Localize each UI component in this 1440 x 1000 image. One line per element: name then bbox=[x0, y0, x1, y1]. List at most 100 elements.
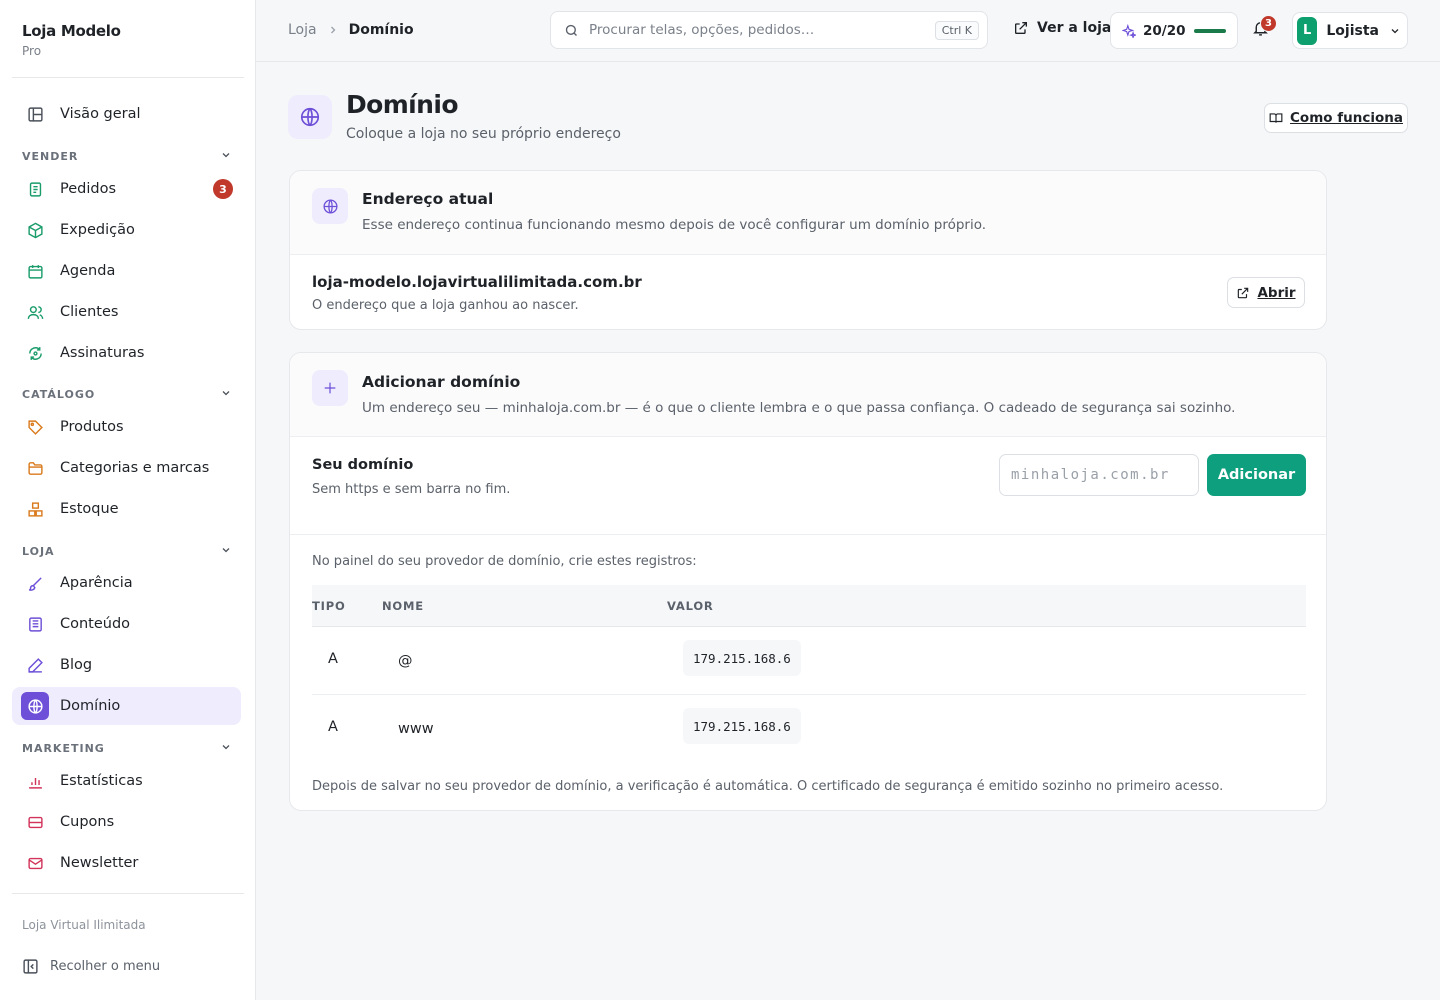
record-name: www bbox=[398, 721, 434, 737]
domain-field-hint: Sem https e sem barra no fim. bbox=[312, 482, 511, 497]
mail-icon bbox=[25, 853, 45, 873]
sidebar-item-visao-geral[interactable]: Visão geral bbox=[12, 95, 241, 133]
sidebar-item-label: Cupons bbox=[60, 814, 115, 830]
sidebar-item-estatisticas[interactable]: Estatísticas bbox=[12, 762, 241, 800]
card-title: Adicionar domínio bbox=[362, 373, 521, 391]
external-link-icon bbox=[1013, 20, 1029, 36]
record-value[interactable]: 179.215.168.6 bbox=[683, 640, 801, 676]
user-menu[interactable]: L Lojista bbox=[1292, 12, 1408, 49]
open-address-button[interactable]: Abrir bbox=[1227, 277, 1305, 308]
sidebar-item-clientes[interactable]: Clientes bbox=[12, 293, 241, 331]
add-domain-button[interactable]: Adicionar bbox=[1207, 454, 1306, 496]
receipt-icon bbox=[25, 179, 45, 199]
calendar-icon bbox=[25, 261, 45, 281]
brand-name: Loja Modelo bbox=[22, 22, 121, 40]
sidebar-divider bbox=[12, 893, 244, 894]
chevron-right-icon bbox=[327, 24, 339, 36]
section-vender[interactable]: VENDER bbox=[22, 149, 232, 164]
avatar: L bbox=[1297, 16, 1318, 45]
card-description: Esse endereço continua funcionando mesmo… bbox=[362, 217, 987, 233]
section-loja[interactable]: LOJA bbox=[22, 544, 232, 559]
column-header-tipo: TIPO bbox=[312, 599, 346, 613]
globe-icon bbox=[21, 692, 49, 720]
search-shortcut: Ctrl K bbox=[934, 20, 979, 40]
sidebar-item-label: Domínio bbox=[60, 698, 121, 714]
card-description: Um endereço seu — minhaloja.com.br — é o… bbox=[362, 400, 1236, 416]
bar-chart-icon bbox=[25, 771, 45, 791]
platform-name: Loja Virtual Ilimitada bbox=[22, 918, 146, 932]
search-placeholder: Procurar telas, opções, pedidos… bbox=[589, 22, 815, 38]
collapse-menu-button[interactable]: Recolher o menu bbox=[22, 958, 160, 975]
sidebar-item-newsletter[interactable]: Newsletter bbox=[12, 844, 241, 882]
sidebar-item-estoque[interactable]: Estoque bbox=[12, 490, 241, 528]
ticket-icon bbox=[25, 812, 45, 832]
add-domain-card: Adicionar domínio Um endereço seu — minh… bbox=[289, 352, 1327, 811]
sidebar-collapse-icon bbox=[22, 958, 39, 975]
sidebar-item-label: Visão geral bbox=[60, 106, 141, 122]
brand[interactable]: Loja Modelo Pro bbox=[22, 22, 121, 58]
card-header: Adicionar domínio Um endereço seu — minh… bbox=[290, 353, 1326, 437]
sidebar-item-dominio[interactable]: Domínio bbox=[12, 687, 241, 725]
chevron-down-icon bbox=[220, 387, 232, 402]
sidebar-item-assinaturas[interactable]: Assinaturas bbox=[12, 334, 241, 372]
sidebar-item-agenda[interactable]: Agenda bbox=[12, 252, 241, 290]
globe-icon bbox=[312, 188, 348, 224]
breadcrumb-current: Domínio bbox=[348, 22, 414, 38]
ai-quota-indicator[interactable]: 20/20 bbox=[1110, 12, 1238, 49]
record-value[interactable]: 179.215.168.6 bbox=[683, 708, 801, 744]
view-store-link[interactable]: Ver a loja bbox=[1013, 20, 1111, 36]
notifications-badge: 3 bbox=[1260, 15, 1277, 32]
column-header-nome: NOME bbox=[382, 599, 424, 613]
sidebar-item-label: Agenda bbox=[60, 263, 116, 279]
sidebar-item-label: Produtos bbox=[60, 419, 124, 435]
sidebar-item-label: Categorias e marcas bbox=[60, 460, 210, 476]
tag-icon bbox=[25, 417, 45, 437]
record-type: A bbox=[328, 651, 338, 667]
table-header: TIPO NOME VALOR bbox=[312, 585, 1306, 627]
folder-icon bbox=[25, 458, 45, 478]
sidebar-item-blog[interactable]: Blog bbox=[12, 646, 241, 684]
dns-intro: No painel do seu provedor de domínio, cr… bbox=[312, 554, 697, 569]
boxes-icon bbox=[25, 499, 45, 519]
sidebar-divider bbox=[12, 77, 244, 78]
section-marketing[interactable]: MARKETING bbox=[22, 741, 232, 756]
box-icon bbox=[25, 220, 45, 240]
sidebar-item-label: Newsletter bbox=[60, 855, 139, 871]
sidebar-item-label: Conteúdo bbox=[60, 616, 131, 632]
section-catalogo[interactable]: CATÁLOGO bbox=[22, 387, 232, 402]
sidebar-item-produtos[interactable]: Produtos bbox=[12, 408, 241, 446]
dns-records-section: No painel do seu provedor de domínio, cr… bbox=[290, 534, 1326, 810]
sidebar-item-label: Clientes bbox=[60, 304, 119, 320]
sidebar-item-expedicao[interactable]: Expedição bbox=[12, 211, 241, 249]
breadcrumb-link-loja[interactable]: Loja bbox=[288, 22, 317, 38]
sidebar-item-label: Assinaturas bbox=[60, 345, 145, 361]
document-icon bbox=[25, 614, 45, 634]
current-address-hint: O endereço que a loja ganhou ao nascer. bbox=[312, 298, 579, 313]
notifications-button[interactable]: 3 bbox=[1252, 15, 1277, 37]
section-label: LOJA bbox=[22, 545, 55, 558]
refresh-icon bbox=[25, 343, 45, 363]
breadcrumb: Loja Domínio bbox=[288, 22, 414, 38]
sidebar-item-label: Estoque bbox=[60, 501, 119, 517]
table-row: A @ 179.215.168.6 bbox=[312, 627, 1306, 695]
section-label: VENDER bbox=[22, 150, 79, 163]
top-bar: Loja Domínio Procurar telas, opções, ped… bbox=[256, 0, 1440, 62]
sidebar-item-label: Blog bbox=[60, 657, 93, 673]
search-bar[interactable]: Procurar telas, opções, pedidos… Ctrl K bbox=[550, 11, 988, 49]
domain-input[interactable] bbox=[999, 454, 1199, 496]
quota-progress-fill bbox=[1193, 28, 1226, 33]
how-it-works-button[interactable]: Como funciona bbox=[1264, 103, 1408, 133]
pen-icon bbox=[25, 655, 45, 675]
sidebar-item-label: Pedidos bbox=[60, 181, 117, 197]
sidebar-item-aparencia[interactable]: Aparência bbox=[12, 564, 241, 602]
open-label: Abrir bbox=[1257, 284, 1296, 301]
dns-table: TIPO NOME VALOR A @ 179.215.168.6 A www … bbox=[312, 585, 1306, 763]
sidebar-item-cupons[interactable]: Cupons bbox=[12, 803, 241, 841]
sidebar-item-categorias[interactable]: Categorias e marcas bbox=[12, 449, 241, 487]
chevron-down-icon bbox=[220, 544, 232, 559]
sidebar-item-pedidos[interactable]: Pedidos 3 bbox=[12, 170, 241, 208]
search-icon bbox=[564, 23, 579, 38]
sidebar-item-conteudo[interactable]: Conteúdo bbox=[12, 605, 241, 643]
collapse-menu-label: Recolher o menu bbox=[50, 959, 161, 974]
layout-icon bbox=[25, 104, 45, 124]
